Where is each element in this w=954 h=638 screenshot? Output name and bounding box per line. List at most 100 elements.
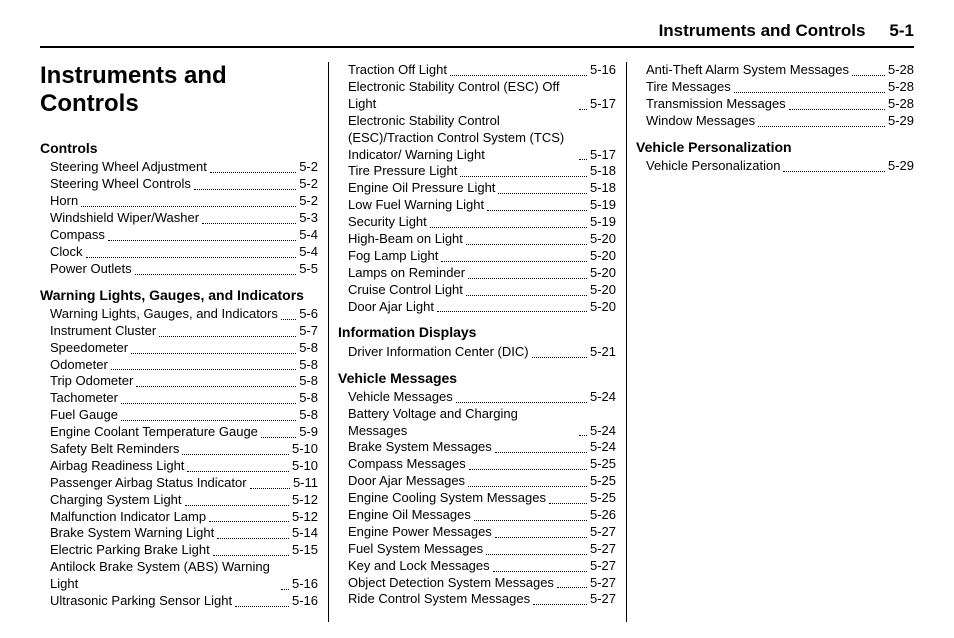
- toc-entry-page: 5-11: [293, 475, 318, 492]
- section-heading: Vehicle Messages: [338, 369, 616, 387]
- toc-entry-page: 5-18: [590, 163, 616, 180]
- toc-entry: Airbag Readiness Light 5-10: [40, 458, 318, 475]
- leader-dots: [81, 206, 296, 207]
- toc-entry: Tire Pressure Light 5-18: [338, 163, 616, 180]
- toc-entry: Ultrasonic Parking Sensor Light5-16: [40, 593, 318, 610]
- leader-dots: [121, 420, 296, 421]
- toc-entry: Horn5-2: [40, 193, 318, 210]
- toc-entry-page: 5-16: [590, 62, 616, 79]
- toc-entry-label: Antilock Brake System (ABS) Warning Ligh…: [50, 559, 278, 593]
- toc-entry: Driver Information Center (DIC)5-21: [338, 344, 616, 361]
- toc-entry-label: Safety Belt Reminders: [50, 441, 179, 458]
- toc-entry-page: 5-8: [299, 407, 318, 424]
- toc-entry-page: 5-25: [590, 456, 616, 473]
- toc-entry-page: 5-17: [590, 96, 616, 113]
- leader-dots: [281, 319, 296, 320]
- toc-entry-page: 5-24: [590, 389, 616, 406]
- toc-entry-label: Fuel Gauge: [50, 407, 118, 424]
- toc-entry-page: 5-10: [292, 458, 318, 475]
- chapter-title: Instruments and Controls: [40, 62, 318, 117]
- toc-entry-page: 5-27: [590, 524, 616, 541]
- toc-entry-page: 5-8: [299, 340, 318, 357]
- toc-entry-label: Tachometer: [50, 390, 118, 407]
- leader-dots: [213, 555, 289, 556]
- toc-entry-label: Warning Lights, Gauges, and Indicators: [50, 306, 278, 323]
- toc-entry: Odometer5-8: [40, 357, 318, 374]
- toc-entry-label: Charging System Light: [50, 492, 182, 509]
- toc-entry-page: 5-24: [590, 423, 616, 440]
- leader-dots: [460, 176, 587, 177]
- section-heading: Information Displays: [338, 323, 616, 341]
- toc-entry: Lamps on Reminder5-20: [338, 265, 616, 282]
- toc-entry: Object Detection System Messages 5-27: [338, 575, 616, 592]
- toc-entry-page: 5-10: [292, 441, 318, 458]
- toc-entry-label: Fog Lamp Light: [348, 248, 438, 265]
- leader-dots: [468, 486, 587, 487]
- toc-entry-label: Airbag Readiness Light: [50, 458, 184, 475]
- toc-entry: Compass5-4: [40, 227, 318, 244]
- toc-entry-label: Engine Oil Messages: [348, 507, 471, 524]
- toc-entry: Clock5-4: [40, 244, 318, 261]
- toc-entry: Engine Power Messages 5-27: [338, 524, 616, 541]
- toc-entry: Engine Cooling System Messages5-25: [338, 490, 616, 507]
- toc-entry-page: 5-24: [590, 439, 616, 456]
- page-header: Instruments and Controls 5-1: [40, 20, 914, 48]
- leader-dots: [261, 437, 296, 438]
- toc-entry: Electronic Stability Control (ESC) Off L…: [338, 79, 616, 113]
- toc-entry: Ride Control System Messages5-27: [338, 591, 616, 608]
- toc-entry-label: Steering Wheel Controls: [50, 176, 191, 193]
- toc-entry-page: 5-14: [292, 525, 318, 542]
- toc-entry-label: Engine Cooling System Messages: [348, 490, 546, 507]
- toc-entry-label: Steering Wheel Adjustment: [50, 159, 207, 176]
- toc-entry: Door Ajar Light5-20: [338, 299, 616, 316]
- leader-dots: [185, 505, 289, 506]
- toc-entry-label: Tire Messages: [646, 79, 731, 96]
- leader-dots: [532, 357, 587, 358]
- leader-dots: [466, 244, 587, 245]
- toc-entry-page: 5-16: [292, 576, 318, 593]
- toc-entry-page: 5-28: [888, 79, 914, 96]
- leader-dots: [194, 189, 296, 190]
- toc-entry-page: 5-12: [292, 492, 318, 509]
- toc-entry-label: Ultrasonic Parking Sensor Light: [50, 593, 232, 610]
- leader-dots: [495, 537, 587, 538]
- toc-entry-label: Driver Information Center (DIC): [348, 344, 529, 361]
- toc-entry: Electric Parking Brake Light5-15: [40, 542, 318, 559]
- toc-entry: Steering Wheel Adjustment5-2: [40, 159, 318, 176]
- toc-entry-label: Battery Voltage and Charging Messages: [348, 406, 576, 440]
- toc-entry: Fog Lamp Light5-20: [338, 248, 616, 265]
- leader-dots: [450, 75, 587, 76]
- toc-entry-page: 5-9: [299, 424, 318, 441]
- toc-entry-page: 5-29: [888, 158, 914, 175]
- toc-entry-page: 5-20: [590, 282, 616, 299]
- leader-dots: [250, 488, 290, 489]
- leader-dots: [159, 336, 296, 337]
- toc-entry-label: Object Detection System Messages: [348, 575, 554, 592]
- leader-dots: [789, 109, 885, 110]
- toc-entry: Traction Off Light5-16: [338, 62, 616, 79]
- toc-entry-label: Tire Pressure Light: [348, 163, 457, 180]
- toc-entry: Charging System Light 5-12: [40, 492, 318, 509]
- toc-entry-page: 5-8: [299, 390, 318, 407]
- leader-dots: [209, 521, 289, 522]
- toc-entry-page: 5-2: [299, 176, 318, 193]
- leader-dots: [202, 223, 296, 224]
- toc-entry-page: 5-20: [590, 265, 616, 282]
- toc-entry-page: 5-28: [888, 62, 914, 79]
- toc-entry-label: Security Light: [348, 214, 427, 231]
- toc-entry: Fuel System Messages5-27: [338, 541, 616, 558]
- leader-dots: [466, 295, 587, 296]
- toc-entry-label: Engine Power Messages: [348, 524, 492, 541]
- toc-entry-page: 5-15: [292, 542, 318, 559]
- toc-entry: Engine Oil Pressure Light5-18: [338, 180, 616, 197]
- toc-entry: Vehicle Personalization5-29: [636, 158, 914, 175]
- toc-entry-page: 5-3: [299, 210, 318, 227]
- toc-entry-label: Compass Messages: [348, 456, 466, 473]
- toc-entry-page: 5-27: [590, 575, 616, 592]
- toc-entry: Anti-Theft Alarm System Messages5-28: [636, 62, 914, 79]
- toc-entry-page: 5-7: [299, 323, 318, 340]
- toc-entry-label: Door Ajar Light: [348, 299, 434, 316]
- leader-dots: [441, 261, 587, 262]
- toc-entry: Trip Odometer5-8: [40, 373, 318, 390]
- leader-dots: [437, 311, 587, 312]
